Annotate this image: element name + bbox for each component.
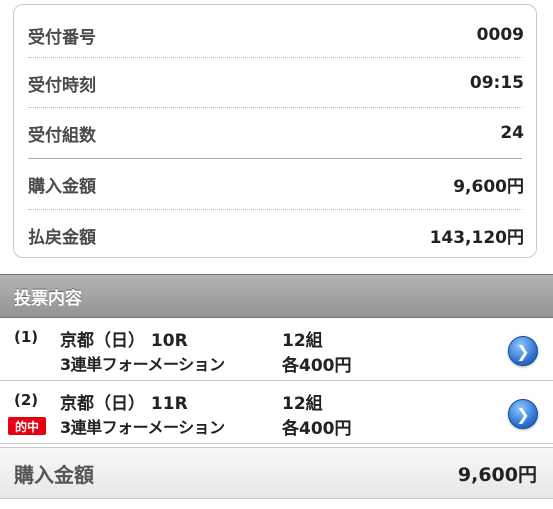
summary-label: 受付番号 (28, 27, 96, 48)
chevron-right-icon[interactable]: ❯ (508, 336, 538, 366)
hit-badge: 的中 (8, 417, 46, 435)
bet-amount-each: 各400円 (282, 419, 352, 439)
summary-label: 払戻金額 (28, 227, 96, 248)
bet-list-item[interactable]: (1) 京都（日） 10R 3連単フォーメーション 12組 各400円 ❯ (0, 318, 553, 381)
total-purchase-bar: 購入金額 9,600円 (0, 447, 553, 499)
summary-value: 24 (500, 123, 524, 143)
summary-value: 143,120円 (429, 227, 524, 248)
bet-index: (2) (14, 391, 39, 409)
summary-value: 9,600円 (453, 176, 524, 197)
bet-type: 3連単フォーメーション (60, 418, 225, 437)
summary-value: 09:15 (469, 73, 524, 93)
summary-label: 受付組数 (28, 125, 96, 146)
chevron-right-icon[interactable]: ❯ (508, 399, 538, 429)
summary-row-receipt-number: 受付番号 0009 (28, 10, 524, 60)
summary-value: 0009 (476, 25, 524, 45)
bet-race: 京都（日） 11R (60, 394, 188, 414)
bet-type: 3連単フォーメーション (60, 355, 225, 374)
total-label: 購入金額 (14, 462, 94, 487)
summary-row-set-count: 受付組数 24 (28, 108, 524, 158)
bet-race: 京都（日） 10R (60, 331, 188, 351)
bets-section-header: 投票内容 (0, 274, 553, 318)
summary-row-payout-amount: 払戻金額 143,120円 (28, 210, 524, 260)
summary-row-purchase-amount: 購入金額 9,600円 (28, 159, 524, 209)
bet-set-count: 12組 (282, 394, 323, 414)
bet-list-item[interactable]: (2) 的中 京都（日） 11R 3連単フォーメーション 12組 各400円 ❯ (0, 381, 553, 444)
bet-amount-each: 各400円 (282, 356, 352, 376)
bet-set-count: 12組 (282, 331, 323, 351)
receipt-summary-card: 受付番号 0009 受付時刻 09:15 受付組数 24 購入金額 9,600円… (13, 4, 537, 258)
bet-index: (1) (14, 328, 39, 346)
summary-label: 購入金額 (28, 176, 96, 197)
summary-row-receipt-time: 受付時刻 09:15 (28, 58, 524, 108)
summary-label: 受付時刻 (28, 75, 96, 96)
total-value: 9,600円 (457, 463, 537, 486)
